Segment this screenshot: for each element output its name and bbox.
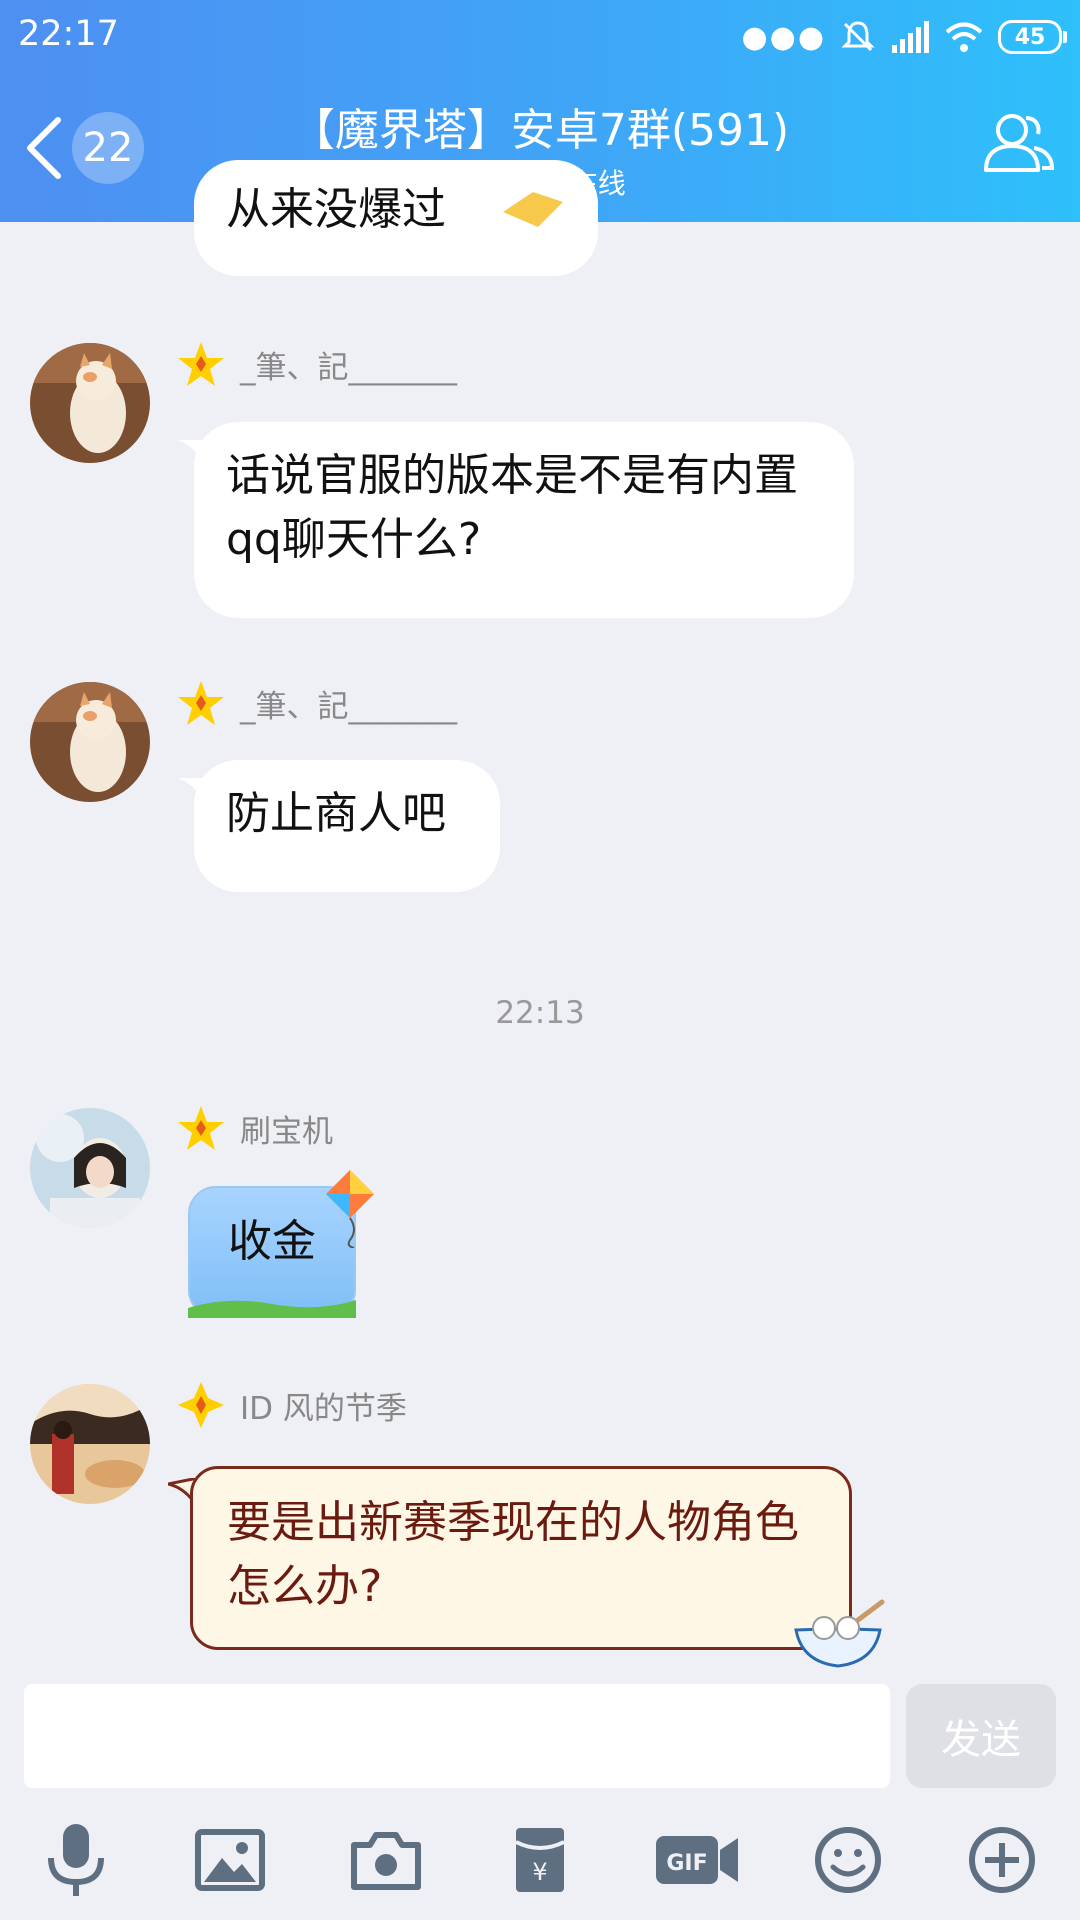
sender-name[interactable]: _筆、記_______ — [240, 681, 457, 726]
send-button[interactable]: 发送 — [906, 1684, 1056, 1788]
person-avatar-image — [30, 1108, 150, 1228]
mute-bell-icon — [841, 21, 875, 52]
gif-tool[interactable]: GIF — [652, 1820, 742, 1900]
cat-avatar-image — [30, 343, 150, 463]
avatar[interactable] — [30, 343, 150, 463]
sender-row: ID 风的节季 — [176, 1380, 407, 1430]
image-icon — [195, 1829, 265, 1891]
sender-name[interactable]: _筆、記_______ — [240, 342, 457, 387]
camera-icon — [351, 1832, 421, 1890]
dumpling-bowl-icon — [794, 1599, 885, 1668]
message-bubble[interactable]: 从来没爆过 — [194, 160, 598, 276]
back-arrow-icon[interactable] — [20, 114, 68, 182]
voice-tool[interactable] — [36, 1820, 116, 1900]
more-tool[interactable] — [962, 1820, 1042, 1900]
red-packet-icon: ¥ — [515, 1828, 565, 1892]
svg-text:¥: ¥ — [532, 1858, 547, 1886]
signal-icon — [892, 21, 929, 53]
avatar[interactable] — [30, 682, 150, 802]
status-icons: ●●● 45 — [741, 14, 1067, 60]
microphone-icon — [48, 1824, 104, 1896]
red-packet-tool[interactable]: ¥ — [500, 1820, 580, 1900]
avatar[interactable] — [30, 1108, 150, 1228]
more-dots-icon: ●●● — [741, 19, 826, 55]
status-time: 22:17 — [18, 14, 119, 54]
smiley-icon — [815, 1827, 881, 1893]
diamond-badge-icon — [178, 1382, 224, 1428]
svg-text:GIF: GIF — [666, 1851, 707, 1876]
unread-count-badge[interactable]: 22 — [72, 112, 144, 184]
message-text: 要是出新赛季现在的人物角色怎么办? — [227, 1497, 799, 1612]
sender-row: _筆、記_______ — [176, 679, 457, 727]
scenery-avatar-image — [30, 1384, 150, 1504]
camera-tool[interactable] — [346, 1820, 426, 1900]
star-icon — [178, 342, 224, 386]
kite-icon — [326, 1170, 374, 1248]
message-bubble[interactable]: 防止商人吧 — [194, 760, 500, 892]
group-members-icon[interactable] — [978, 104, 1058, 184]
plus-circle-icon — [969, 1827, 1035, 1893]
message-bubble[interactable]: 话说官服的版本是不是有内置qq聊天什么? — [194, 422, 854, 618]
message-text: 防止商人吧 — [226, 788, 446, 839]
grass-decoration-icon — [188, 1300, 356, 1318]
avatar[interactable] — [30, 1384, 150, 1504]
cat-avatar-image — [30, 682, 150, 802]
wifi-icon — [945, 22, 983, 52]
group-title[interactable]: 【魔界塔】安卓7群(591) — [160, 94, 920, 158]
gif-video-icon: GIF — [656, 1836, 738, 1884]
emoji-tool[interactable] — [808, 1820, 888, 1900]
message-text: 从来没爆过 — [226, 184, 446, 235]
message-bubble[interactable]: 要是出新赛季现在的人物角色怎么办? — [190, 1466, 852, 1650]
message-input[interactable] — [24, 1684, 890, 1788]
status-bar: 22:17 ●●● 45 — [0, 0, 1080, 74]
sender-name[interactable]: ID 风的节季 — [240, 1383, 407, 1428]
sender-row: 刷宝机 — [176, 1104, 333, 1152]
star-icon — [178, 1106, 224, 1150]
star-icon — [178, 681, 224, 725]
sender-row: _筆、記_______ — [176, 340, 457, 388]
battery-icon: 45 — [998, 20, 1067, 54]
timestamp: 22:13 — [495, 995, 585, 1031]
message-text: 收金 — [228, 1216, 316, 1267]
emoji-icon — [503, 192, 563, 227]
sender-name[interactable]: 刷宝机 — [240, 1106, 333, 1151]
image-tool[interactable] — [190, 1820, 270, 1900]
message-text: 话说官服的版本是不是有内置qq聊天什么? — [226, 450, 798, 565]
input-toolbar: ¥ GIF — [0, 1820, 1080, 1910]
